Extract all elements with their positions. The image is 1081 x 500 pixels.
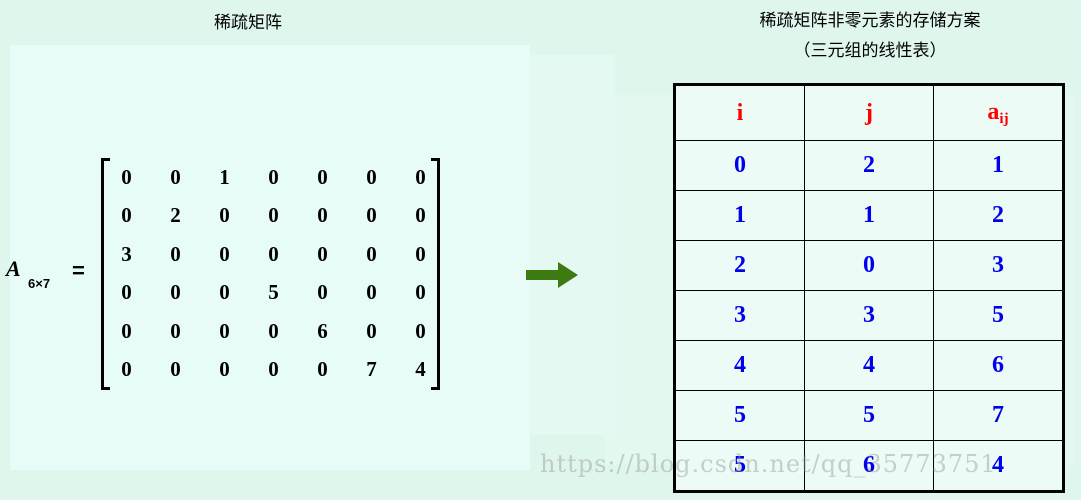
matrix-cell: 2 [170,203,181,228]
matrix-cell: 0 [219,357,230,382]
matrix-cell: 1 [219,164,230,189]
value-cell: 1 [933,140,1064,191]
watermark: https://blog.csdn.net/qq_35773751 [540,450,997,478]
matrix-cell: 7 [366,357,377,382]
matrix-cell: 0 [366,241,377,266]
middle-panel-background [485,55,615,435]
matrix-cell: 0 [317,357,328,382]
col-index-cell: 5 [804,390,934,441]
col-index-cell: 2 [804,140,934,191]
matrix-cell: 0 [121,203,132,228]
sparse-matrix: 0 0 1 0 0 0 0 0 2 0 0 0 0 0 3 0 0 0 0 0 0 0 0 0 5 0 0 0 0 0 0 0 6 0 0 0 0 0 0 0… [102,158,445,389]
right-title-line-2: （三元组的线性表） [793,41,947,61]
matrix-cell: 0 [121,280,132,305]
matrix-cell: 0 [170,357,181,382]
row-index-cell: 2 [674,240,805,291]
right-title: 稀疏矩阵非零元素的存储方案 （三元组的线性表） [700,6,1040,66]
matrix-cell: 0 [268,318,279,343]
matrix-cell: 5 [268,280,279,305]
matrix-cell: 3 [121,241,132,266]
matrix-cell: 0 [366,280,377,305]
header-j: j [804,84,934,141]
matrix-name: A [6,256,21,281]
row-index-cell: 3 [674,290,805,341]
matrix-cell: 0 [268,241,279,266]
matrix-cell: 0 [268,164,279,189]
matrix-cell: 0 [170,280,181,305]
matrix-cell: 0 [121,357,132,382]
value-cell: 5 [933,290,1064,341]
matrix-cell: 0 [317,164,328,189]
matrix-cell: 0 [219,318,230,343]
value-cell: 7 [933,390,1064,441]
matrix-equals-sign: = [72,258,85,283]
matrix-cell: 0 [219,203,230,228]
row-index-cell: 5 [674,390,805,441]
matrix-cell: 0 [317,280,328,305]
left-title: 稀疏矩阵 [214,13,282,33]
triple-table-row: 557 [674,390,1064,441]
matrix-dimension-subscript: 6×7 [28,276,51,291]
row-index-cell: 0 [674,140,805,191]
triple-table-row: 335 [674,290,1064,341]
matrix-cell: 0 [415,280,426,305]
row-index-cell: 4 [674,340,805,391]
triple-table-row: 112 [674,190,1064,241]
matrix-cell: 0 [170,241,181,266]
header-aij: aij [933,84,1064,141]
value-cell: 6 [933,340,1064,391]
matrix-cell: 0 [121,318,132,343]
col-index-cell: 0 [804,240,934,291]
row-index-cell: 1 [674,190,805,241]
value-cell: 2 [933,190,1064,241]
matrix-cell: 0 [415,241,426,266]
matrix-cell: 0 [170,164,181,189]
matrix-cell: 0 [268,357,279,382]
header-i: i [674,84,805,141]
value-cell: 3 [933,240,1064,291]
col-index-cell: 4 [804,340,934,391]
triple-table-row: 446 [674,340,1064,391]
matrix-cell: 0 [121,164,132,189]
matrix-cell: 0 [415,203,426,228]
matrix-cell: 0 [268,203,279,228]
right-arrow-icon [526,262,578,288]
matrix-cell: 0 [170,318,181,343]
triple-table: i j aij 021112203335446557564 [673,83,1065,493]
matrix-cell: 0 [366,164,377,189]
matrix-cell: 0 [366,203,377,228]
matrix-cell: 0 [415,164,426,189]
matrix-cell: 6 [317,318,328,343]
matrix-cell: 0 [415,318,426,343]
triple-table-header-row: i j aij [674,84,1064,141]
header-a: a [987,98,1000,125]
matrix-cell: 0 [219,241,230,266]
matrix-cell: 0 [366,318,377,343]
col-index-cell: 3 [804,290,934,341]
matrix-cell: 0 [317,241,328,266]
col-index-cell: 1 [804,190,934,241]
triple-table-row: 203 [674,240,1064,291]
matrix-cell: 0 [317,203,328,228]
matrix-cell: 4 [415,357,426,382]
matrix-cell: 0 [219,280,230,305]
right-title-line-1: 稀疏矩阵非零元素的存储方案 [759,11,981,31]
header-a-subscript: ij [999,110,1009,127]
triple-table-row: 021 [674,140,1064,191]
